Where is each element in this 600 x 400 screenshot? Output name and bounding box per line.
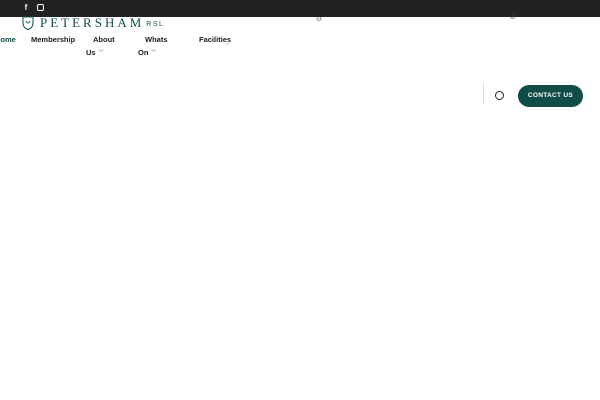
- location-icon[interactable]: ⊙: [316, 16, 322, 24]
- nav-home[interactable]: Home: [0, 33, 16, 46]
- logo-text: PETERSHAM: [40, 15, 145, 30]
- nav-whats-line1[interactable]: Whats: [145, 33, 168, 46]
- chevron-down-icon: ﹀: [225, 43, 231, 49]
- logo-suffix: RSL: [146, 20, 165, 28]
- nav-about-line1[interactable]: About: [93, 33, 115, 46]
- page: f PETERSHAM RSL ⊙ ✆ Home Membership ﹀ Ab…: [0, 0, 600, 400]
- contact-us-button[interactable]: CONTACT US: [518, 85, 583, 107]
- header-divider: [483, 83, 484, 104]
- chevron-down-icon: ﹀: [151, 50, 157, 56]
- chevron-down-icon: ﹀: [68, 43, 74, 49]
- phone-icon[interactable]: ✆: [510, 14, 516, 22]
- nav-about-label: Us: [86, 48, 96, 57]
- instagram-icon[interactable]: [34, 3, 46, 13]
- nav-whats-line2[interactable]: On ﹀: [138, 46, 156, 61]
- facebook-icon[interactable]: f: [20, 3, 32, 13]
- nav-about-line2[interactable]: Us ﹀: [86, 46, 104, 61]
- search-icon[interactable]: [495, 91, 504, 100]
- nav-whats-label: On: [138, 48, 149, 57]
- chevron-down-icon: ﹀: [98, 50, 104, 56]
- site-logo[interactable]: PETERSHAM RSL: [22, 14, 164, 32]
- crest-icon: [22, 16, 34, 30]
